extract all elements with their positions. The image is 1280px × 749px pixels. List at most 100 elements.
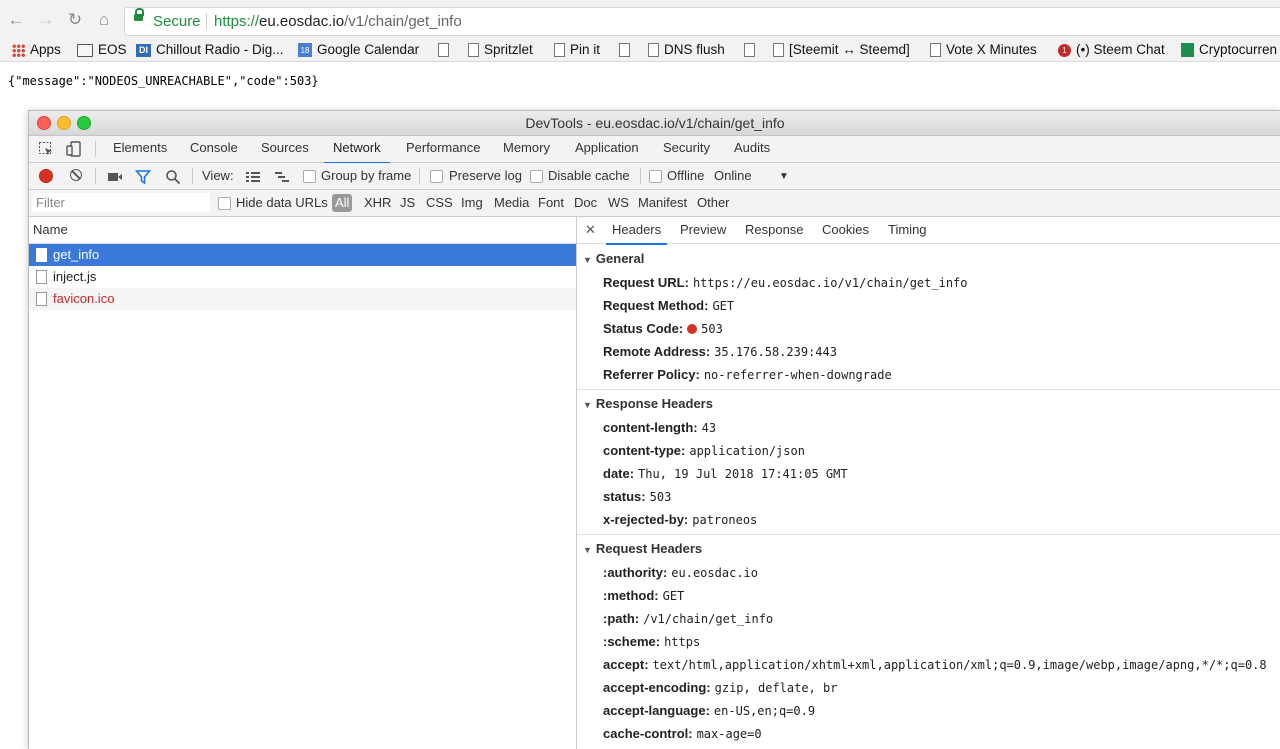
minimize-window-button[interactable] [57, 116, 71, 130]
page-icon [744, 43, 755, 58]
tab-network[interactable]: Network [324, 136, 390, 164]
toolbar-divider [640, 168, 641, 184]
filter-type-manifest[interactable]: Manifest [638, 194, 687, 212]
throttling-select[interactable]: Online [714, 168, 752, 183]
forward-arrow-icon[interactable]: → [36, 10, 56, 30]
bookmark-steemit-steemd[interactable]: [Steemit ↔ Steemd] [773, 41, 910, 59]
device-toolbar-icon[interactable] [66, 141, 82, 157]
filter-type-font[interactable]: Font [538, 194, 564, 212]
close-detail-icon[interactable]: ✕ [585, 217, 596, 243]
header-key: content-length: [603, 420, 698, 435]
bookmark-page-plain[interactable] [438, 41, 454, 59]
bookmark-page-plain[interactable] [744, 41, 760, 59]
bookmarks-bar: Apps EOS DI Chillout Radio - Dig... 18 Goo… [0, 40, 1280, 62]
browser-toolbar: ← → ↻ ⌂ Secure https://eu.eosdac.io/v1/c… [0, 0, 1280, 40]
toolbar-divider [192, 168, 193, 184]
header-value: 503 [701, 322, 723, 336]
filter-type-css[interactable]: CSS [426, 194, 453, 212]
bookmark-pin-it[interactable]: Pin it [554, 41, 600, 59]
response-headers-header[interactable]: ▼ Response Headers [577, 392, 1280, 416]
back-arrow-icon[interactable]: ← [6, 10, 26, 30]
search-icon[interactable] [165, 169, 181, 185]
filter-type-img[interactable]: Img [461, 194, 483, 212]
chevron-down-icon[interactable]: ▼ [779, 171, 789, 182]
bookmark-cryptocurrency[interactable]: Cryptocurren [1181, 41, 1277, 59]
bookmark-steem-chat[interactable]: 1 (•) Steem Chat [1058, 41, 1165, 59]
bookmark-spritzlet[interactable]: Spritzlet [468, 41, 533, 59]
filter-type-ws[interactable]: WS [608, 194, 629, 212]
hide-data-urls-checkbox[interactable] [218, 197, 231, 210]
header-row-remote-address: Remote Address: 35.176.58.239:443 [577, 340, 1280, 363]
request-headers-header[interactable]: ▼ Request Headers [577, 537, 1280, 561]
inspect-element-icon[interactable] [38, 141, 54, 157]
preserve-log-checkbox[interactable] [430, 170, 443, 183]
tab-application[interactable]: Application [575, 136, 639, 162]
waterfall-view-icon[interactable] [274, 169, 290, 185]
filter-input[interactable] [32, 193, 210, 212]
name-column-header[interactable]: Name [29, 217, 576, 244]
disable-cache-checkbox[interactable] [530, 170, 543, 183]
header-value: GET [662, 589, 685, 603]
tab-sources[interactable]: Sources [261, 136, 309, 162]
header-value: eu.eosdac.io [671, 566, 758, 580]
tab-headers[interactable]: Headers [606, 217, 668, 245]
filter-type-xhr[interactable]: XHR [364, 194, 391, 212]
request-detail-pane: ✕ Headers Preview Response Cookies Timin… [577, 217, 1280, 749]
offline-checkbox[interactable] [649, 170, 662, 183]
tab-response[interactable]: Response [745, 217, 804, 243]
header-key: accept-language: [603, 703, 710, 718]
general-section-header[interactable]: ▼ General [577, 247, 1280, 271]
bookmark-dns-flush[interactable]: DNS flush [648, 41, 725, 59]
close-window-button[interactable] [37, 116, 51, 130]
bookmark-vote-x-minutes[interactable]: Vote X Minutes [930, 41, 1037, 59]
bookmark-chillout-radio[interactable]: DI Chillout Radio - Dig... [136, 41, 284, 59]
bookmark-page-plain[interactable] [619, 41, 635, 59]
offline-label: Offline [667, 168, 705, 183]
request-name: get_info [53, 247, 100, 262]
tab-preview[interactable]: Preview [680, 217, 726, 243]
header-key: accept-encoding: [603, 680, 711, 695]
bookmark-eos[interactable]: EOS [77, 41, 127, 59]
header-row-path: :path:/v1/chain/get_info [577, 607, 1280, 630]
header-key: Request Method: [603, 298, 709, 313]
header-key: Referrer Policy: [603, 367, 700, 382]
tab-audits[interactable]: Audits [734, 136, 770, 162]
video-camera-icon[interactable] [107, 169, 123, 185]
tab-memory[interactable]: Memory [503, 136, 550, 162]
filter-type-media[interactable]: Media [494, 194, 529, 212]
filter-type-js[interactable]: JS [400, 194, 415, 212]
home-icon[interactable]: ⌂ [94, 10, 114, 30]
url-scheme: https:// [214, 13, 260, 30]
tab-security[interactable]: Security [663, 136, 710, 162]
zoom-window-button[interactable] [77, 116, 91, 130]
header-key: cache-control: [603, 726, 693, 741]
tab-console[interactable]: Console [190, 136, 238, 162]
clear-button[interactable] [70, 169, 82, 181]
reload-icon[interactable]: ↻ [65, 10, 85, 30]
filter-type-other[interactable]: Other [697, 194, 730, 212]
page-icon [619, 43, 630, 58]
large-rows-icon[interactable] [245, 169, 261, 185]
request-row-get-info[interactable]: get_info [29, 244, 576, 266]
tab-cookies[interactable]: Cookies [822, 217, 869, 243]
request-row-favicon[interactable]: favicon.ico [29, 288, 576, 310]
url-text[interactable]: https://eu.eosdac.io/v1/chain/get_info [214, 13, 462, 30]
request-row-inject-js[interactable]: inject.js [29, 266, 576, 288]
tab-timing[interactable]: Timing [888, 217, 927, 243]
bookmark-label: Cryptocurren [1199, 42, 1278, 57]
filter-funnel-icon[interactable] [135, 169, 151, 185]
filter-type-doc[interactable]: Doc [574, 194, 597, 212]
record-button[interactable] [39, 169, 53, 183]
section-title: General [595, 251, 645, 266]
expand-triangle-icon: ▼ [583, 255, 592, 265]
page-icon [438, 43, 449, 58]
tab-elements[interactable]: Elements [113, 136, 167, 162]
section-title: Response Headers [595, 396, 713, 411]
tab-performance[interactable]: Performance [406, 136, 480, 162]
bookmark-google-calendar[interactable]: 18 Google Calendar [298, 41, 419, 59]
group-by-frame-checkbox[interactable] [303, 170, 316, 183]
filter-type-all[interactable]: All [332, 194, 353, 212]
bookmark-apps[interactable]: Apps [12, 41, 61, 59]
address-bar[interactable]: Secure https://eu.eosdac.io/v1/chain/get… [124, 7, 1280, 36]
header-value: text/html,application/xhtml+xml,applicat… [652, 658, 1267, 672]
